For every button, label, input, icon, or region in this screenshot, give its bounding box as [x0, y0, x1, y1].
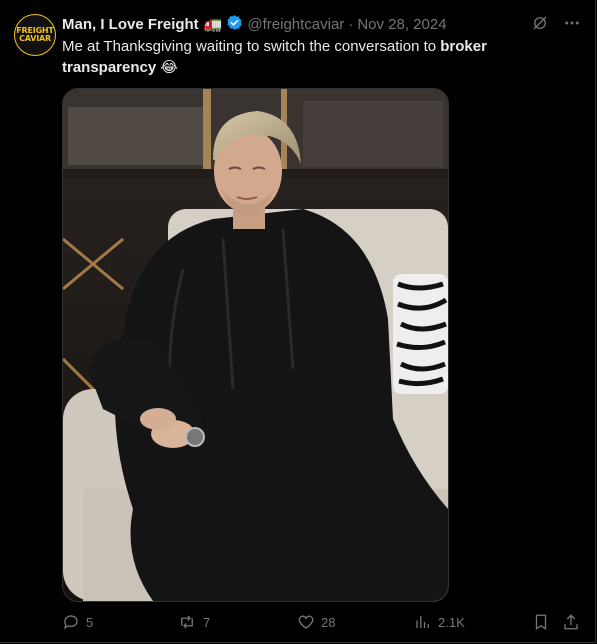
laughing-emoji: 😂 — [160, 59, 178, 76]
verified-badge-icon — [226, 14, 243, 35]
like-button[interactable]: 28 — [297, 613, 335, 631]
reply-icon — [62, 613, 80, 631]
tweet-card[interactable]: FREIGHT CAVIAR Man, I Love Freight 🚛 @fr… — [0, 0, 596, 643]
views-button[interactable]: 2.1K — [414, 613, 465, 631]
photo-man-in-black-coat — [63, 89, 448, 601]
views-icon — [414, 613, 432, 631]
repost-count: 7 — [203, 614, 211, 630]
repost-button[interactable]: 7 — [177, 613, 210, 631]
reply-button[interactable]: 5 — [62, 613, 93, 631]
separator-dot: · — [348, 15, 354, 33]
tweet-header: Man, I Love Freight 🚛 @freightcaviar · N… — [62, 14, 535, 34]
author-avatar[interactable]: FREIGHT CAVIAR — [14, 14, 56, 56]
truck-emoji: 🚛 — [203, 16, 223, 33]
avatar-logo-line2: CAVIAR — [19, 34, 51, 43]
grok-icon[interactable] — [531, 14, 549, 37]
tweet-photo[interactable] — [62, 88, 449, 602]
repost-icon — [177, 613, 197, 631]
header-actions — [531, 14, 581, 37]
tweet-text: Me at Thanksgiving waiting to switch the… — [62, 36, 532, 78]
bookmark-icon — [532, 613, 550, 631]
like-count: 28 — [321, 614, 336, 630]
views-count: 2.1K — [438, 614, 465, 630]
author-name[interactable]: Man, I Love Freight — [62, 16, 199, 33]
tweet-date[interactable]: Nov 28, 2024 — [357, 16, 446, 33]
share-icon — [562, 613, 580, 631]
tweet-text-plain: Me at Thanksgiving waiting to switch the… — [62, 38, 441, 55]
like-icon — [297, 613, 315, 631]
tweet-actions: 5 7 28 2.1K — [62, 612, 582, 632]
bookmark-button[interactable] — [532, 613, 550, 631]
more-icon[interactable] — [563, 14, 581, 37]
author-handle[interactable]: @freightcaviar — [247, 16, 344, 33]
reply-count: 5 — [86, 614, 94, 630]
share-button[interactable] — [562, 613, 580, 631]
